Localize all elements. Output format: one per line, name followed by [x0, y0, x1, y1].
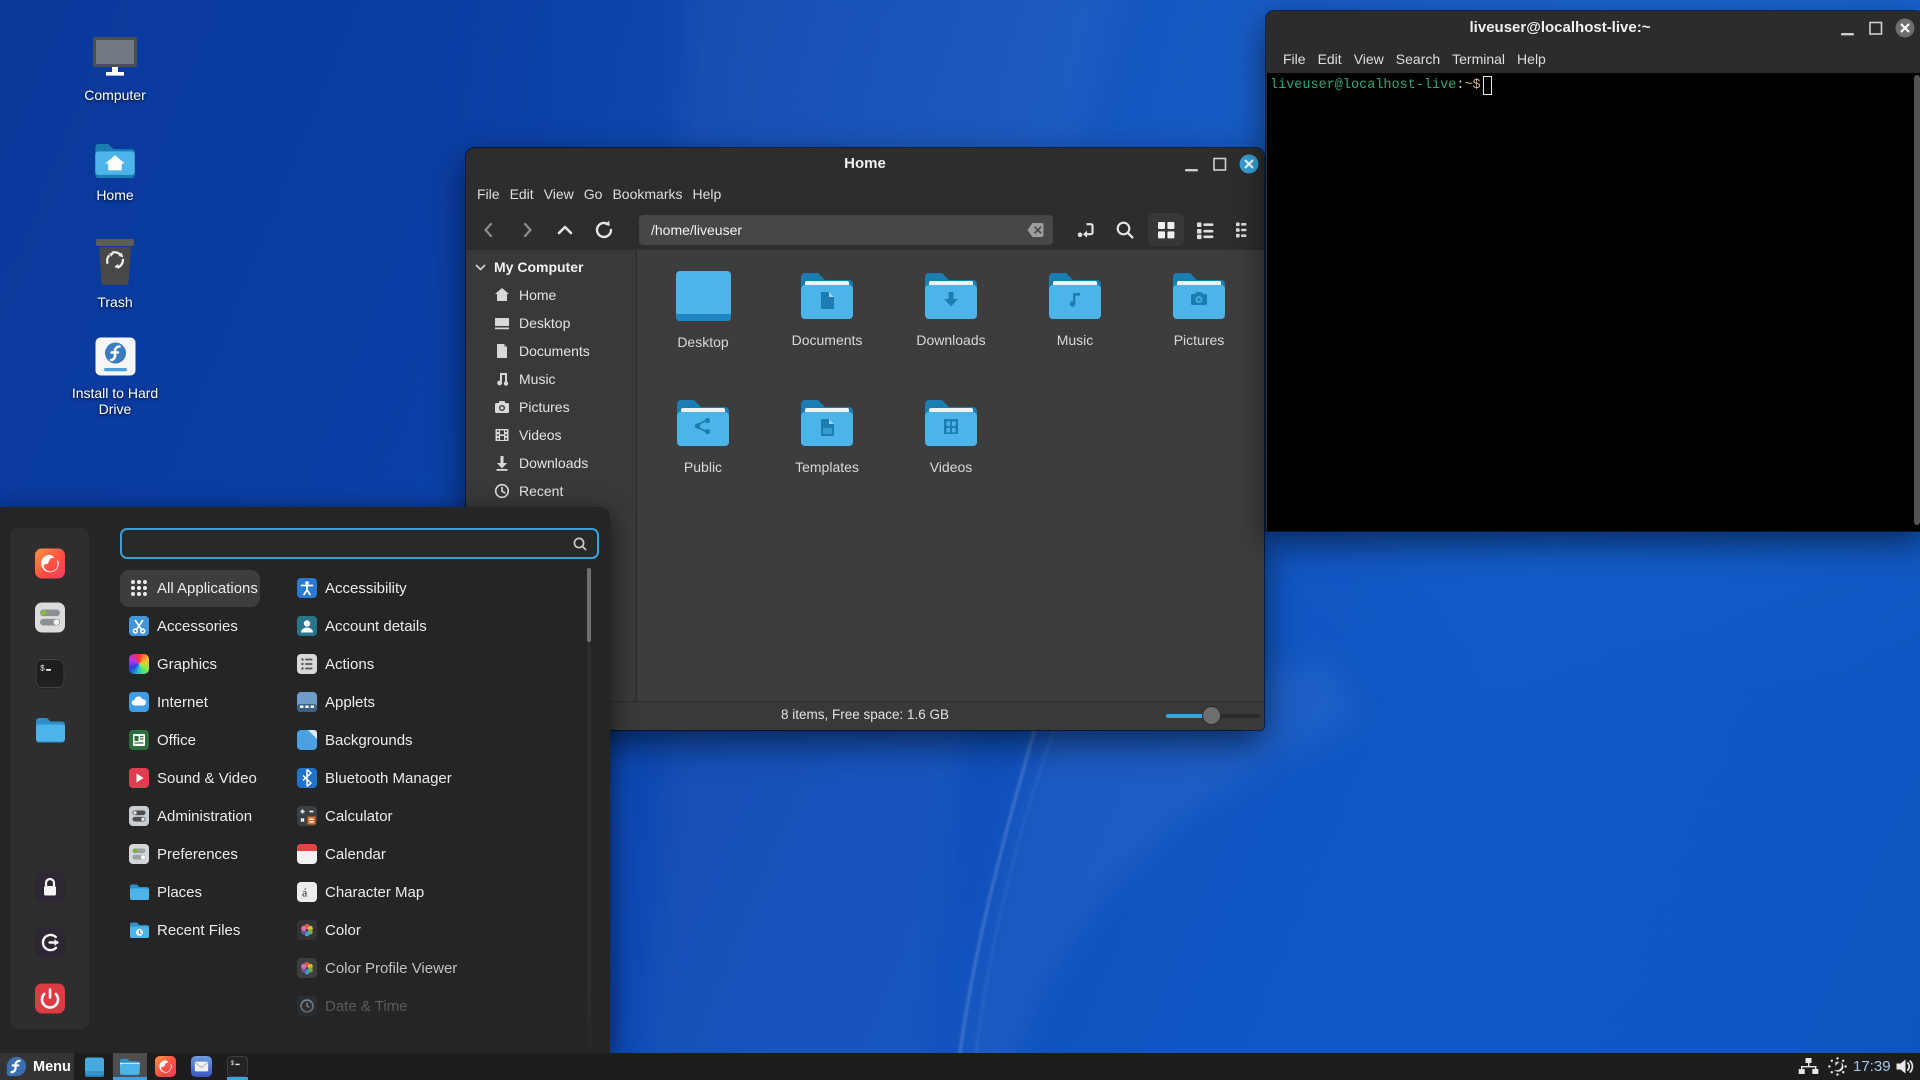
svg-text:$: $ — [40, 665, 45, 674]
svg-text:á: á — [302, 886, 308, 900]
svg-text:$: $ — [231, 1060, 235, 1067]
